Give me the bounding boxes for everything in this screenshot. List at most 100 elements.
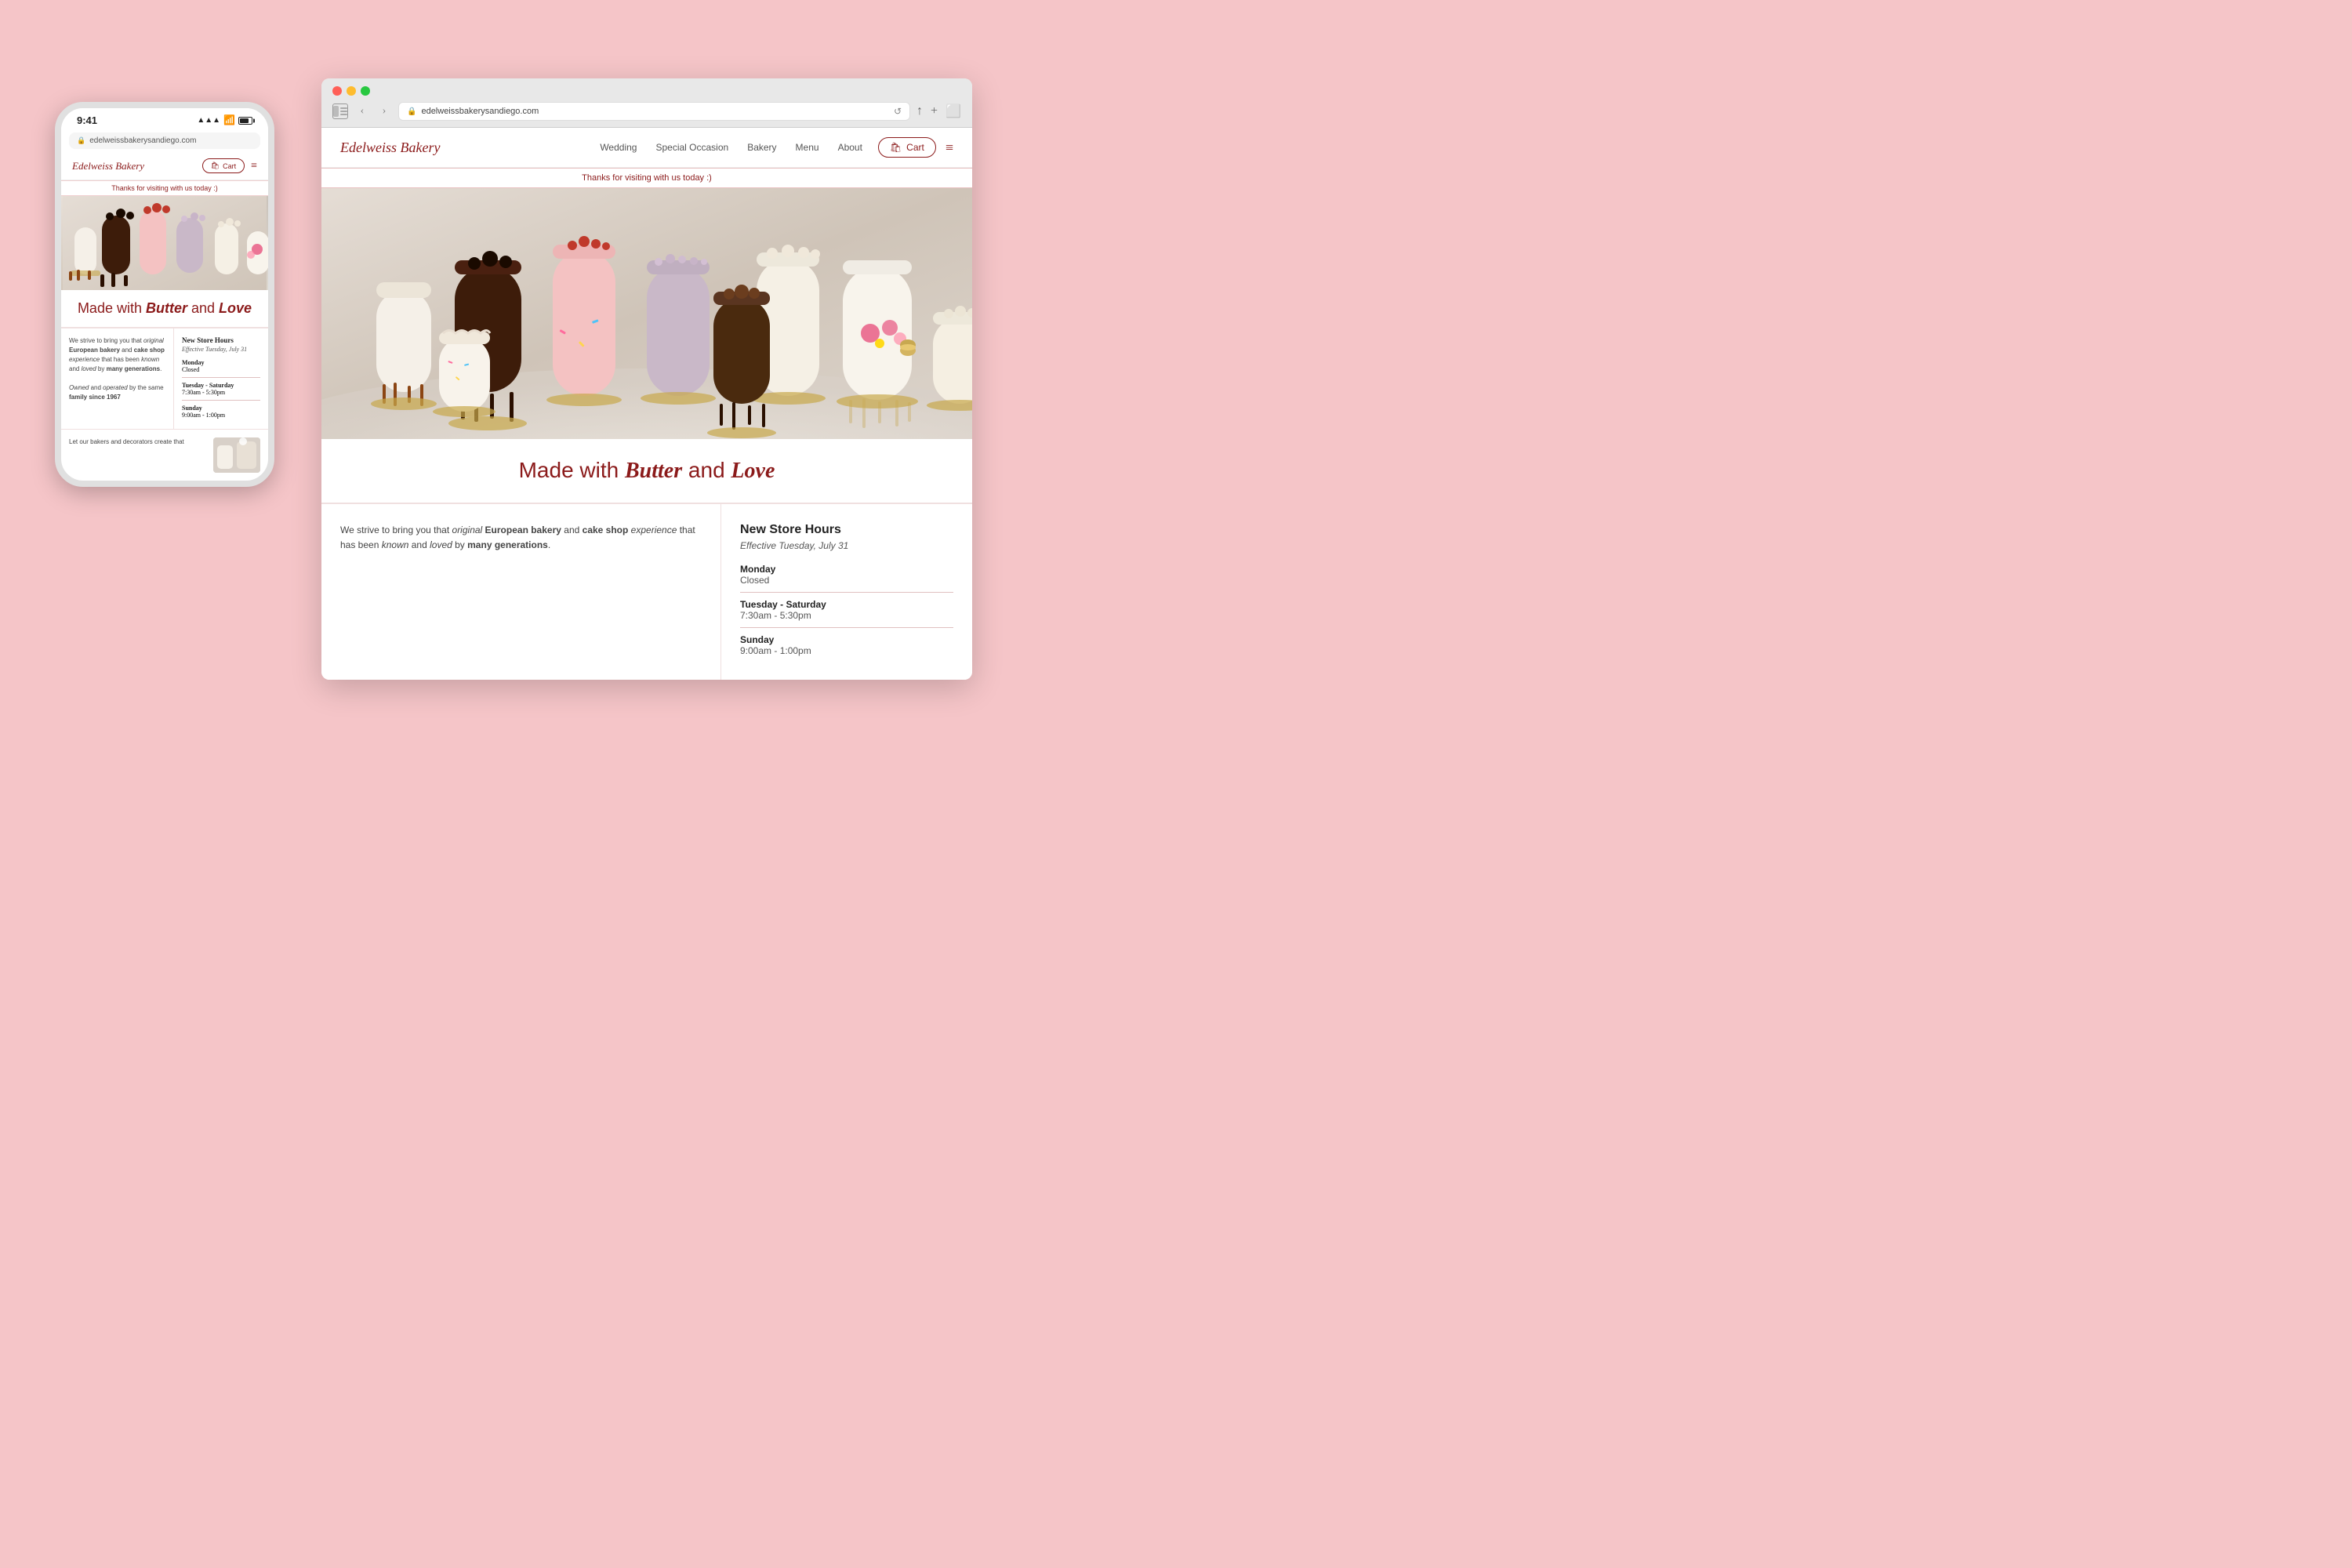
phone-col-left: We strive to bring you that original Eur… xyxy=(61,328,174,429)
maximize-button[interactable] xyxy=(361,86,370,96)
browser-right-icons: ↑ + ⬜ xyxy=(916,103,961,119)
cart-icon: 🛍 xyxy=(890,142,902,153)
tabs-icon[interactable]: ⬜ xyxy=(946,103,961,119)
body-italic2: experience xyxy=(628,524,677,535)
phone-url-bar[interactable]: 🔒 edelweissbakerysandiego.com xyxy=(69,132,260,149)
phone-sunday-hours: Sunday 9:00am - 1:00pm xyxy=(182,405,260,419)
nav-menu[interactable]: Menu xyxy=(796,142,819,153)
sunday-value: 9:00am - 1:00pm xyxy=(740,645,953,656)
tue-sat-value: 7:30am - 5:30pm xyxy=(740,610,953,621)
url-bar[interactable]: 🔒 edelweissbakerysandiego.com ↺ xyxy=(398,102,910,121)
hamburger-icon[interactable]: ≡ xyxy=(946,140,953,156)
phone-hours-title: New Store Hours xyxy=(182,336,260,344)
phone-sunday-label: Sunday xyxy=(182,405,260,412)
phone-hero-title: Made with Butter and Love xyxy=(72,299,257,318)
desktop-browser: ‹ › 🔒 edelweissbakerysandiego.com ↺ ↑ + … xyxy=(321,78,972,680)
phone-bottom-section: Let our bakers and decorators create tha… xyxy=(61,429,268,481)
traffic-lights xyxy=(332,86,961,96)
phone-cart-label: Cart xyxy=(223,162,236,170)
minimize-button[interactable] xyxy=(347,86,356,96)
signal-icon: ▲▲▲ xyxy=(197,116,220,125)
phone-hours-subtitle: Effective Tuesday, July 31 xyxy=(182,346,260,353)
tue-sat-hours: Tuesday - Saturday 7:30am - 5:30pm xyxy=(740,599,953,621)
body-part5: by xyxy=(452,539,467,550)
nav-about[interactable]: About xyxy=(838,142,862,153)
phone-announcement: Thanks for visiting with us today :) xyxy=(61,180,268,196)
two-col-section: We strive to bring you that original Eur… xyxy=(321,503,972,680)
body-part1: We strive to bring you that xyxy=(340,524,452,535)
phone-lock-icon: 🔒 xyxy=(77,136,85,145)
sunday-label: Sunday xyxy=(740,634,953,645)
share-icon[interactable]: ↑ xyxy=(916,104,923,118)
phone-bottom-text: Let our bakers and decorators create tha… xyxy=(69,437,207,473)
forward-button[interactable]: › xyxy=(376,103,392,119)
hours-divider-2 xyxy=(740,627,953,628)
phone-tue-sat-label: Tuesday - Saturday xyxy=(182,382,260,389)
announcement-text: Thanks for visiting with us today :) xyxy=(582,173,712,183)
new-tab-icon[interactable]: + xyxy=(931,104,938,118)
phone-monday-value: Closed xyxy=(182,366,260,373)
monday-label: Monday xyxy=(740,564,953,575)
reload-icon[interactable]: ↺ xyxy=(894,106,902,117)
site-logo: Edelweiss Bakery xyxy=(340,140,440,156)
browser-content: Edelweiss Bakery Wedding Special Occasio… xyxy=(321,128,972,680)
mobile-phone: 9:41 ▲▲▲ 📶 🔒 edelweissbakerysandiego.com… xyxy=(55,102,274,487)
phone-cart-button[interactable]: 🛍 Cart xyxy=(202,158,245,173)
nav-special-occasion[interactable]: Special Occasion xyxy=(655,142,728,153)
body-bold1: European bakery xyxy=(482,524,561,535)
sunday-hours: Sunday 9:00am - 1:00pm xyxy=(740,634,953,656)
phone-tue-sat-value: 7:30am - 5:30pm xyxy=(182,389,260,396)
sidebar-toggle-icon[interactable] xyxy=(332,103,348,119)
lock-icon: 🔒 xyxy=(407,107,416,116)
back-button[interactable]: ‹ xyxy=(354,103,370,119)
hero-title: Made with Butter and Love xyxy=(340,458,953,484)
phone-bottom-image xyxy=(213,437,260,473)
phone-hours-divider-2 xyxy=(182,400,260,401)
phone-time: 9:41 xyxy=(77,114,97,126)
body-bold2: cake shop xyxy=(583,524,629,535)
hero-title-section: Made with Butter and Love xyxy=(321,439,972,503)
body-part6: . xyxy=(548,539,550,550)
hero-title-butter: Butter xyxy=(625,459,682,483)
body-bold3: many generations xyxy=(467,539,548,550)
body-text: We strive to bring you that original Eur… xyxy=(340,523,702,553)
nav-bakery[interactable]: Bakery xyxy=(747,142,776,153)
body-italic1: original xyxy=(452,524,483,535)
monday-value: Closed xyxy=(740,575,953,586)
wifi-icon: 📶 xyxy=(223,114,235,126)
phone-hero-image xyxy=(61,196,268,290)
phone-monday-hours: Monday Closed xyxy=(182,359,260,373)
cart-button[interactable]: 🛍 Cart xyxy=(878,137,936,158)
col-description: We strive to bring you that original Eur… xyxy=(321,504,721,680)
tue-sat-label: Tuesday - Saturday xyxy=(740,599,953,610)
announcement-bar: Thanks for visiting with us today :) xyxy=(321,168,972,188)
phone-cart-icon: 🛍 xyxy=(211,162,220,170)
phone-owned-text: Owned and operated by the same family si… xyxy=(69,383,165,402)
store-hours-subtitle: Effective Tuesday, July 31 xyxy=(740,540,953,551)
body-part4: and xyxy=(408,539,430,550)
phone-monday-label: Monday xyxy=(182,359,260,366)
body-part2: and xyxy=(561,524,583,535)
site-navigation: Edelweiss Bakery Wedding Special Occasio… xyxy=(321,128,972,168)
phone-hero-title-section: Made with Butter and Love xyxy=(61,290,268,328)
store-hours-title: New Store Hours xyxy=(740,523,953,537)
hero-title-love: Love xyxy=(731,459,775,483)
phone-url-text: edelweissbakerysandiego.com xyxy=(89,136,196,145)
nav-links: Wedding Special Occasion Bakery Menu Abo… xyxy=(600,142,862,153)
phone-col-right: New Store Hours Effective Tuesday, July … xyxy=(174,328,268,429)
hours-divider xyxy=(740,592,953,593)
phone-logo: Edelweiss Bakery xyxy=(72,160,144,172)
phone-body-text: We strive to bring you that original Eur… xyxy=(69,336,165,374)
hero-title-plain: Made with xyxy=(519,458,625,482)
phone-hamburger-icon[interactable]: ≡ xyxy=(251,160,257,172)
hero-title-and: and xyxy=(682,458,731,482)
phone-nav: Edelweiss Bakery 🛍 Cart ≡ xyxy=(61,152,268,180)
close-button[interactable] xyxy=(332,86,342,96)
browser-chrome: ‹ › 🔒 edelweissbakerysandiego.com ↺ ↑ + … xyxy=(321,78,972,128)
phone-status-icons: ▲▲▲ 📶 xyxy=(197,114,252,126)
body-known: known xyxy=(382,539,409,550)
phone-sunday-value: 9:00am - 1:00pm xyxy=(182,412,260,419)
phone-tue-sat-hours: Tuesday - Saturday 7:30am - 5:30pm xyxy=(182,382,260,396)
phone-status-bar: 9:41 ▲▲▲ 📶 xyxy=(61,108,268,129)
nav-wedding[interactable]: Wedding xyxy=(600,142,637,153)
